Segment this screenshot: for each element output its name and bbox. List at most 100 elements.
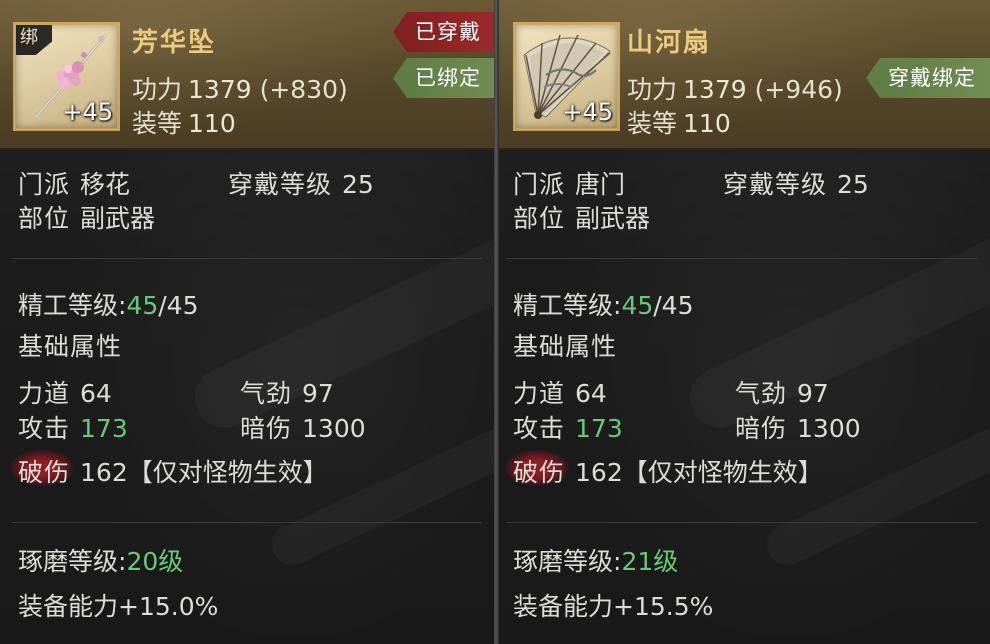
divider: [12, 258, 482, 259]
polish-row: 琢磨等级:20级: [18, 542, 183, 578]
dark-damage-row: 暗伤 1300: [735, 409, 861, 445]
ability-value: +15.5%: [613, 592, 714, 621]
panel-divider: [494, 0, 499, 644]
divider: [507, 258, 977, 259]
wear-level-label: 穿戴等级: [228, 170, 333, 199]
item-tooltip-left: 绑 +45 芳华坠 功力 1379 (+830) 装等 110 已穿戴 已绑定 门派…: [0, 0, 495, 644]
sect-value: 唐门: [575, 170, 626, 199]
tooltip-compare-view: 绑 +45 芳华坠 功力 1379 (+830) 装等 110 已穿戴 已绑定 门派…: [0, 0, 990, 644]
refine-row: 精工等级:45/45: [513, 286, 693, 322]
equipped-ribbon: 已穿戴: [393, 12, 495, 52]
refine-current: 45: [126, 291, 159, 320]
strength-value: 64: [80, 379, 112, 408]
wear-level-value: 25: [342, 170, 374, 199]
break-row: 破伤 162【仅对怪物生效】: [18, 453, 328, 489]
item-tooltip-right: +45 山河扇 功力 1379 (+946) 装等 110 穿戴绑定 门派 唐门 穿戴…: [495, 0, 990, 644]
slot-label: 部位: [513, 204, 566, 233]
qi-value: 97: [302, 379, 334, 408]
ability-row: 装备能力+15.5%: [513, 587, 713, 623]
wear-level-label: 穿戴等级: [723, 170, 828, 199]
polish-label: 琢磨等级:: [18, 547, 127, 576]
refine-current: 45: [621, 291, 654, 320]
sect-label: 门派: [513, 170, 566, 199]
hairpin-icon: [34, 34, 108, 118]
gear-score-label: 装等: [627, 109, 678, 138]
slot-value: 副武器: [80, 204, 156, 233]
power-value: 1379: [683, 75, 747, 104]
bind-on-equip-ribbon: 穿戴绑定: [866, 58, 990, 98]
gear-score-line: 装等 110: [132, 104, 236, 140]
ability-label: 装备能力: [513, 592, 614, 621]
qi-label: 气劲: [735, 379, 788, 408]
wear-level-row: 穿戴等级 25: [723, 165, 869, 201]
gear-score-label: 装等: [132, 109, 183, 138]
polish-row: 琢磨等级:21级: [513, 542, 678, 578]
wear-level-value: 25: [837, 170, 869, 199]
gear-score-value: 110: [683, 109, 731, 138]
gear-score-line: 装等 110: [627, 104, 731, 140]
break-label: 破伤: [513, 458, 566, 487]
attack-value: 173: [80, 414, 128, 443]
item-name: 山河扇: [627, 28, 712, 58]
qi-value: 97: [797, 379, 829, 408]
slot-row: 部位 副武器: [513, 199, 650, 235]
power-line: 功力 1379 (+830): [132, 70, 348, 106]
break-label: 破伤: [18, 458, 71, 487]
refine-label: 精工等级:: [513, 291, 622, 320]
gear-score-value: 110: [188, 109, 236, 138]
bind-tag: 绑: [16, 25, 52, 55]
enhance-level-badge: +45: [62, 98, 113, 126]
qi-row: 气劲 97: [735, 374, 829, 410]
strength-row: 力道 64: [18, 374, 112, 410]
refine-max: /45: [158, 291, 199, 320]
attack-row: 攻击 173: [18, 409, 128, 445]
enhance-level-badge: +45: [562, 98, 613, 126]
fan-icon: [523, 34, 611, 119]
refine-label: 精工等级:: [18, 291, 127, 320]
power-bonus: (+946): [754, 75, 843, 104]
strength-label: 力道: [513, 379, 566, 408]
item-icon-slot[interactable]: 绑 +45: [13, 22, 120, 131]
sect-row: 门派 唐门: [513, 165, 625, 201]
polish-label: 琢磨等级:: [513, 547, 622, 576]
break-value: 162: [80, 458, 128, 487]
qi-label: 气劲: [240, 379, 293, 408]
item-header: +45 山河扇 功力 1379 (+946) 装等 110 穿戴绑定: [495, 0, 990, 150]
item-header: 绑 +45 芳华坠 功力 1379 (+830) 装等 110 已穿戴 已绑定: [0, 0, 495, 150]
break-note: 【仅对怪物生效】: [127, 458, 328, 487]
attack-label: 攻击: [18, 414, 71, 443]
item-icon-slot[interactable]: +45: [513, 22, 620, 131]
slot-label: 部位: [18, 204, 71, 233]
item-name: 芳华坠: [132, 28, 217, 58]
break-row: 破伤 162【仅对怪物生效】: [513, 453, 823, 489]
power-bonus: (+830): [259, 75, 348, 104]
strength-value: 64: [575, 379, 607, 408]
base-attr-title: 基础属性: [513, 332, 618, 361]
strength-label: 力道: [18, 379, 71, 408]
dark-damage-label: 暗伤: [735, 414, 788, 443]
refine-row: 精工等级:45/45: [18, 286, 198, 322]
dark-damage-value: 1300: [797, 414, 861, 443]
ability-label: 装备能力: [18, 592, 119, 621]
divider: [12, 522, 482, 523]
break-note: 【仅对怪物生效】: [622, 458, 823, 487]
power-value: 1379: [188, 75, 252, 104]
divider: [507, 522, 977, 523]
polish-value: 20级: [126, 547, 184, 576]
sect-label: 门派: [18, 170, 71, 199]
power-line: 功力 1379 (+946): [627, 70, 843, 106]
base-attr-title: 基础属性: [18, 332, 123, 361]
dark-damage-value: 1300: [302, 414, 366, 443]
ability-row: 装备能力+15.0%: [18, 587, 218, 623]
bound-ribbon: 已绑定: [393, 58, 495, 98]
sect-row: 门派 移花: [18, 165, 130, 201]
slot-value: 副武器: [575, 204, 651, 233]
dark-damage-row: 暗伤 1300: [240, 409, 366, 445]
break-value: 162: [575, 458, 623, 487]
strength-row: 力道 64: [513, 374, 607, 410]
attack-value: 173: [575, 414, 623, 443]
qi-row: 气劲 97: [240, 374, 334, 410]
power-label: 功力: [627, 75, 678, 104]
slot-row: 部位 副武器: [18, 199, 155, 235]
refine-max: /45: [653, 291, 694, 320]
